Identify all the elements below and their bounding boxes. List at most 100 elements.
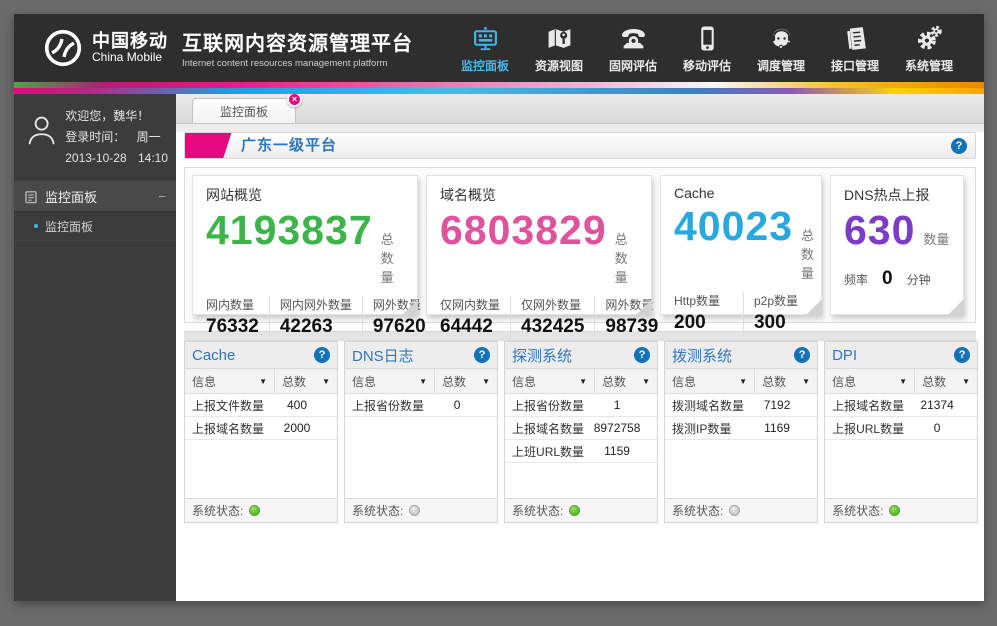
card-big-label: 总数量: [381, 229, 404, 286]
nav-item-interface-mgmt[interactable]: 接口管理: [818, 22, 892, 74]
document-list-icon: [842, 22, 869, 52]
stat-value: 432425: [521, 316, 584, 338]
chevron-down-icon: ▼: [739, 377, 747, 386]
stat-label: Http数量: [674, 292, 720, 309]
help-icon[interactable]: ?: [951, 138, 967, 154]
help-icon[interactable]: ?: [634, 347, 650, 363]
sidebar-item-monitor-panel[interactable]: 监控面板: [14, 212, 176, 241]
help-icon[interactable]: ?: [954, 347, 970, 363]
nav-item-monitor-panel[interactable]: 监控面板: [448, 22, 522, 74]
status-label: 系统状态:: [192, 502, 243, 519]
clipboard-icon: [24, 190, 38, 204]
column-header-info[interactable]: 信息 ▼: [665, 369, 755, 393]
chevron-down-icon: ▼: [259, 377, 267, 386]
tab-monitor-panel[interactable]: 监控面板 ×: [192, 98, 296, 123]
table-title: 拨测系统: [672, 345, 794, 366]
card-title: DNS热点上报: [844, 185, 950, 205]
column-header-total[interactable]: 总数▼: [435, 369, 497, 393]
card-stat: Http数量 200: [674, 292, 730, 334]
column-header-info[interactable]: 信息▼: [825, 369, 915, 393]
table-row: 拨测域名数量7192: [665, 394, 817, 417]
status-dot: [409, 505, 420, 516]
table-row: 上报文件数量400: [185, 394, 337, 417]
row-value: 1: [584, 398, 650, 412]
sidebar-group-monitor-panel[interactable]: 监控面板 −: [14, 182, 176, 212]
row-value: 0: [424, 398, 490, 412]
headset-operator-icon: [768, 22, 795, 52]
card-big-label: 总数量: [615, 229, 638, 286]
column-header-info[interactable]: 信息▼: [185, 369, 275, 393]
nav-label: 固网评估: [609, 57, 657, 74]
collapse-icon[interactable]: −: [158, 189, 166, 204]
help-icon[interactable]: ?: [474, 347, 490, 363]
system-status-bar: 系统状态:: [825, 498, 977, 522]
help-icon[interactable]: ?: [794, 347, 810, 363]
summary-cards-panel: 网站概览 4193837 总数量 网内数量 76332 网内网外数量: [184, 167, 976, 323]
logo-text-en: China Mobile: [92, 51, 168, 64]
nav-label: 移动评估: [683, 57, 731, 74]
row-label: 上报省份数量: [512, 397, 584, 414]
stat-label: 仅网内数量: [440, 296, 500, 313]
app-header: 中国移动 China Mobile 互联网内容资源管理平台 Internet c…: [14, 14, 984, 82]
telephone-icon: [620, 22, 647, 52]
nav-item-resource-view[interactable]: 资源视图: [522, 22, 596, 74]
column-header-total[interactable]: 总数▼: [595, 369, 657, 393]
freq-label: 频率: [844, 271, 868, 288]
column-label: 总数: [442, 373, 466, 390]
decorative-ribbon: [14, 82, 984, 94]
chevron-down-icon: ▼: [962, 377, 970, 386]
table-row: 上报域名数量21374: [825, 394, 977, 417]
freq-unit: 分钟: [907, 271, 931, 288]
status-label: 系统状态:: [512, 502, 563, 519]
stat-value: 42263: [280, 316, 352, 338]
login-time: 14:10: [138, 151, 168, 165]
table-row: 上报URL数量0: [825, 417, 977, 440]
nav-item-mobile-eval[interactable]: 移动评估: [670, 22, 744, 74]
tab-close-icon[interactable]: ×: [287, 94, 302, 107]
column-header-info[interactable]: 信息▼: [505, 369, 595, 393]
row-value: 1159: [584, 444, 650, 458]
china-mobile-logo-icon: [42, 27, 84, 69]
platform-panel-header: 广东一级平台 ?: [184, 132, 976, 159]
sidebar-group-label: 监控面板: [45, 187, 158, 206]
column-header-info[interactable]: 信息▼: [345, 369, 435, 393]
status-dot: [729, 505, 740, 516]
status-label: 系统状态:: [832, 502, 883, 519]
help-icon[interactable]: ?: [314, 347, 330, 363]
card-big-number: 6803829: [440, 207, 607, 254]
login-datetime-line: 2013-10-28 14:10: [65, 148, 168, 169]
nav-item-fixed-network-eval[interactable]: 固网评估: [596, 22, 670, 74]
row-value: 21374: [904, 398, 970, 412]
table-dpi: DPI? 信息▼ 总数▼ 上报域名数量21374 上报URL数量0 系统状态:: [824, 341, 978, 523]
sidebar: 欢迎您，魏华！ 登录时间： 周一 2013-10-28 14:10: [14, 94, 176, 601]
welcome-text: 欢迎您，魏华！: [65, 106, 168, 127]
panel-flag-decoration: [184, 133, 231, 159]
column-header-total[interactable]: 总数▼: [755, 369, 817, 393]
stat-label: 网内网外数量: [280, 296, 352, 313]
column-label: 信息: [512, 373, 536, 390]
nav-label: 监控面板: [461, 57, 509, 74]
card-stat: 仅网内数量 64442: [440, 296, 510, 338]
stat-value: 300: [754, 312, 798, 334]
card-stat: 网内网外数量 42263: [269, 296, 362, 338]
nav-item-dispatch-mgmt[interactable]: 调度管理: [744, 22, 818, 74]
nav-item-system-mgmt[interactable]: 系统管理: [892, 22, 966, 74]
table-row: 上班URL数量1159: [505, 440, 657, 463]
table-title: DNS日志: [352, 345, 474, 366]
card-big-number: 4193837: [206, 207, 373, 254]
column-header-total[interactable]: 总数▼: [275, 369, 337, 393]
column-label: 总数: [762, 373, 786, 390]
system-status-bar: 系统状态:: [345, 498, 497, 522]
row-label: 上报省份数量: [352, 397, 424, 414]
stat-value: 64442: [440, 316, 500, 338]
card-stat: 网外数量 98739: [594, 296, 668, 338]
column-header-total[interactable]: 总数▼: [915, 369, 977, 393]
nav-label: 资源视图: [535, 57, 583, 74]
column-label: 信息: [672, 373, 696, 390]
china-mobile-logo: 中国移动 China Mobile: [42, 27, 168, 69]
gears-icon: [916, 22, 943, 52]
card-big-number: 630: [844, 207, 915, 254]
system-status-bar: 系统状态:: [505, 498, 657, 522]
stat-label: 网内数量: [206, 296, 259, 313]
row-value: 0: [904, 421, 970, 435]
